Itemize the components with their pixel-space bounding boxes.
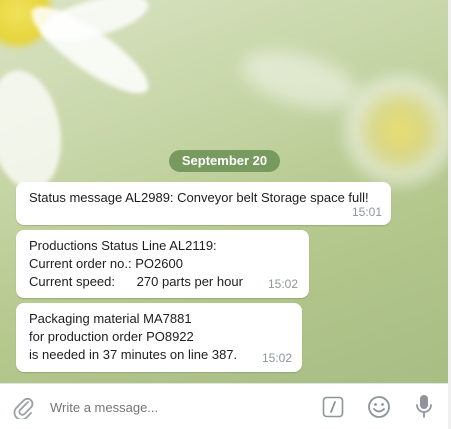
message-text-line: Productions Status Line AL2119: [29,238,217,253]
date-separator: September 20 [169,150,280,172]
message-text-line: Packaging material MA7881 [29,311,192,326]
message-bubble[interactable]: Packaging material MA7881 for production… [16,303,302,372]
message-input[interactable] [48,393,302,421]
paperclip-icon[interactable] [12,395,34,424]
slash-command-icon[interactable] [322,396,344,423]
background-petal [0,64,70,196]
message-text-line: for production order PO8922 [29,329,194,344]
message-timestamp: 15:01 [351,205,382,219]
message-bubble[interactable]: Status message AL2989: Conveyor belt Sto… [16,182,391,225]
microphone-icon[interactable] [414,393,434,424]
message-composer [0,383,451,429]
message-bubble[interactable]: Productions Status Line AL2119: Current … [16,230,309,298]
message-text-line: is needed in 37 minutes on line 387. [29,347,238,362]
message-text-line: Current speed: 270 parts per hour [29,274,243,289]
message-timestamp: 15:02 [267,277,298,291]
message-text-line: Status message AL2989: Conveyor belt Sto… [29,190,369,205]
message-timestamp: 15:02 [261,351,292,365]
emoji-icon[interactable] [367,395,391,424]
chat-area: September 20 Status message AL2989: Conv… [0,0,451,383]
message-text-line: Current order no.: PO2600 [29,256,183,271]
